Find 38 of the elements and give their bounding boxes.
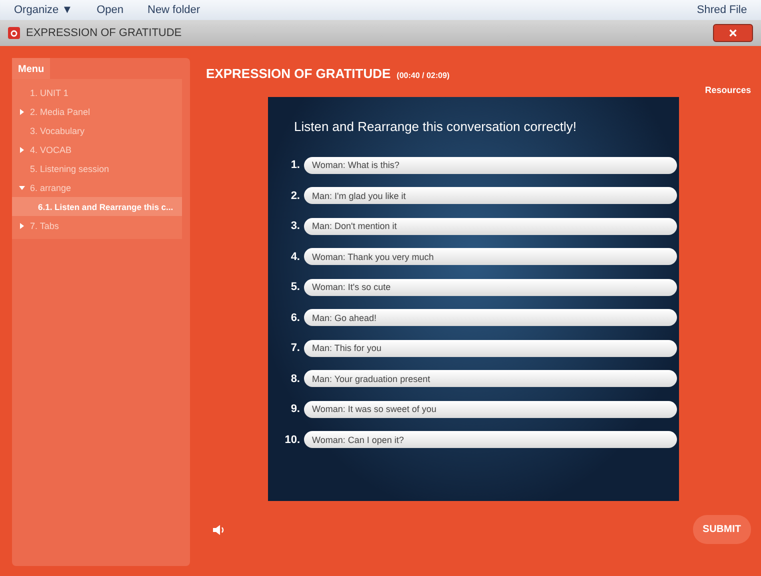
draggable-answer[interactable]: Man: Don't mention it: [304, 218, 677, 235]
draggable-answer[interactable]: Woman: What is this?: [304, 156, 677, 174]
item-number: 1.: [290, 159, 300, 172]
toolbar-button[interactable]: Shred File: [696, 4, 747, 16]
draggable-answer[interactable]: Man: I'm glad you like it: [304, 187, 677, 204]
lesson-title: EXPRESSION OF GRATITUDE: [206, 66, 391, 81]
item-number: 10.: [284, 434, 300, 446]
draggable-answer[interactable]: Man: This for you: [304, 340, 677, 357]
item-number: 7.: [290, 342, 300, 354]
item-number: 8.: [290, 372, 300, 385]
draggable-answer[interactable]: Woman: Thank you very much: [304, 248, 677, 266]
item-number: 5.: [290, 281, 300, 294]
draggable-answer[interactable]: Woman: It was so sweet of you: [304, 400, 677, 418]
toolbar-button[interactable]: New folder: [148, 4, 200, 16]
draggable-answer[interactable]: Woman: Can I open it?: [304, 431, 677, 448]
item-number: 4.: [290, 250, 300, 263]
item-number: 9.: [290, 403, 300, 416]
resources-link[interactable]: Resources: [704, 85, 751, 95]
time-counter: (00:40 / 02:09): [396, 71, 450, 80]
close-button[interactable]: [713, 24, 753, 42]
toolbar-button[interactable]: Open: [96, 4, 124, 16]
item-number: 3.: [290, 220, 300, 232]
caret-down-icon[interactable]: [18, 184, 26, 192]
instruction-text: Listen and Rearrange this conversation correctly!: [294, 119, 578, 134]
toolbar-button[interactable]: Organize ▼: [14, 4, 73, 16]
item-number: 6.: [290, 312, 300, 324]
menu-title: Menu: [12, 58, 50, 79]
caret-right-icon[interactable]: [18, 222, 26, 230]
caret-right-icon[interactable]: [18, 108, 26, 116]
app-icon: [8, 27, 20, 39]
close-icon: [729, 29, 737, 37]
draggable-answer[interactable]: Woman: It's so cute: [304, 278, 677, 296]
draggable-answer[interactable]: Man: Go ahead!: [304, 309, 677, 326]
window-title: EXPRESSION OF GRATITUDE: [26, 27, 182, 39]
item-number: 2.: [290, 190, 300, 202]
caret-right-icon[interactable]: [18, 146, 26, 154]
draggable-answer[interactable]: Man: Your graduation present: [304, 370, 677, 388]
speaker-icon[interactable]: [212, 522, 226, 536]
